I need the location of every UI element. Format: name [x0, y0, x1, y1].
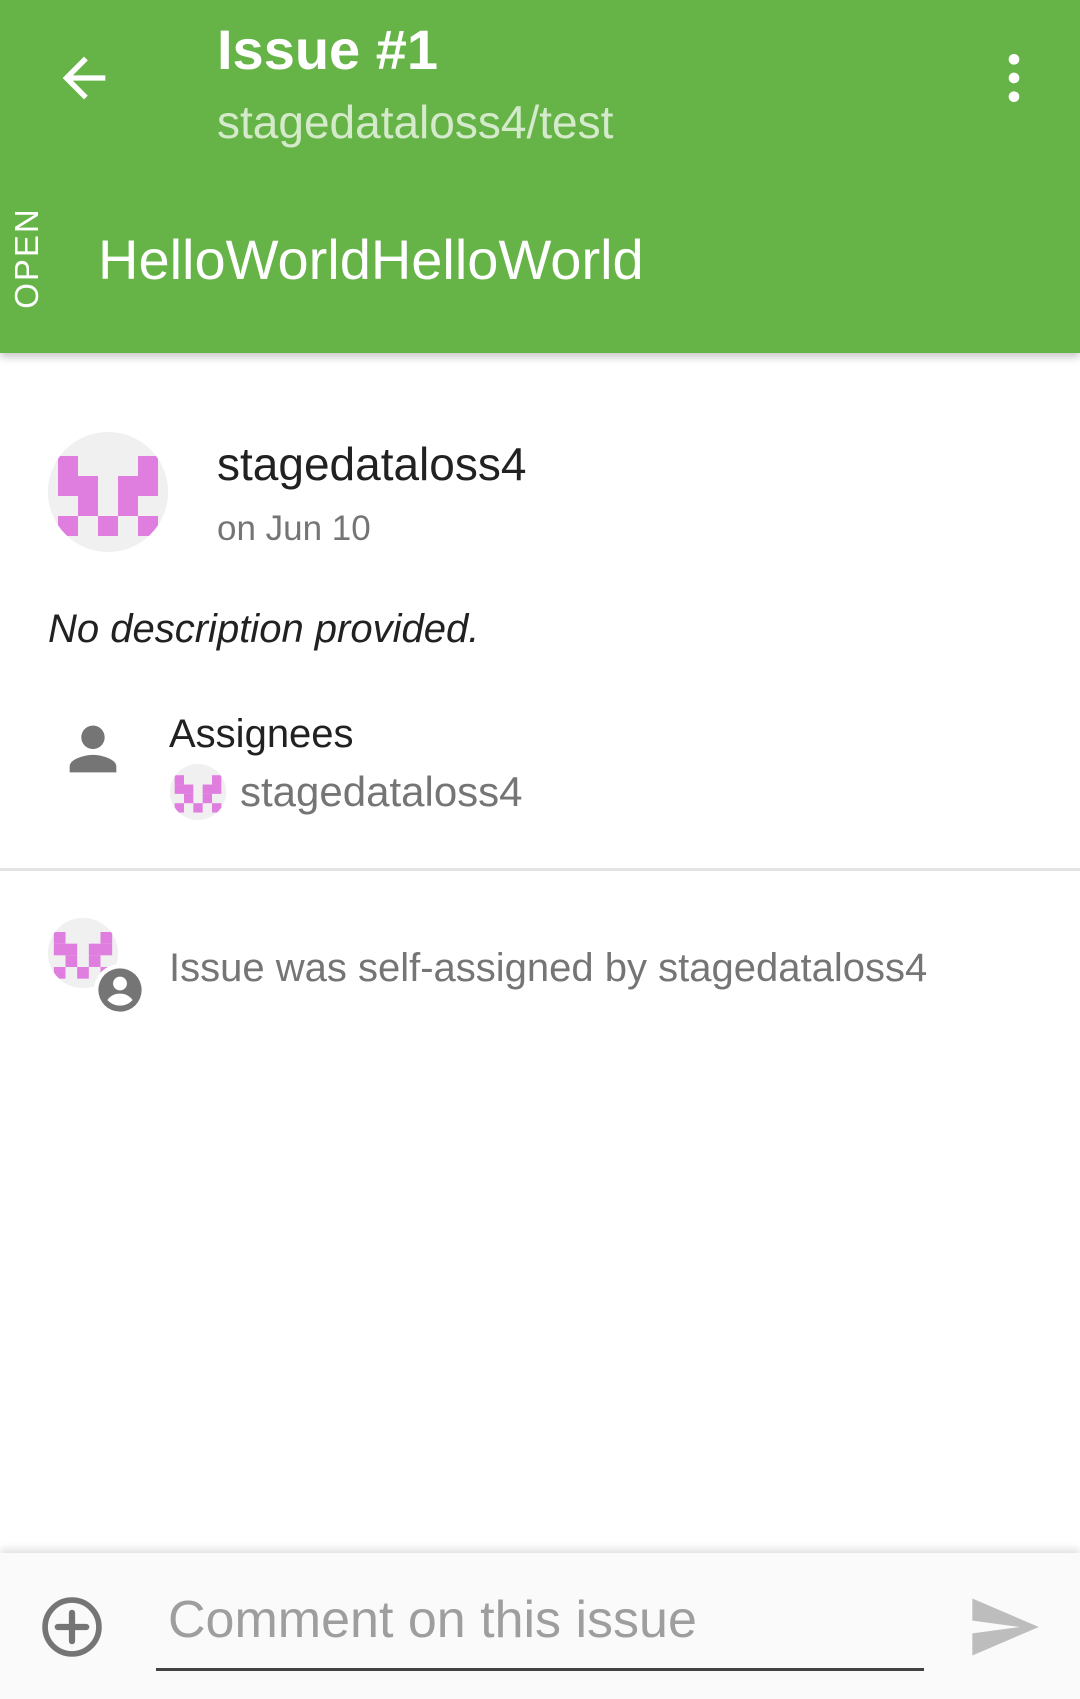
issue-description: No description provided.: [48, 607, 480, 651]
comment-bar: [0, 1553, 1080, 1699]
issue-state-label: OPEN: [8, 207, 45, 309]
add-circle-icon[interactable]: [38, 1593, 106, 1661]
back-button[interactable]: [44, 38, 124, 118]
person-icon: [69, 725, 117, 773]
send-icon[interactable]: [966, 1589, 1042, 1665]
more-options-button[interactable]: [974, 38, 1054, 118]
timeline-event-text: Issue was self-assigned by stagedataloss…: [169, 946, 928, 990]
issue-header: Issue #1 stagedataloss4/test OPEN HelloW…: [0, 0, 1080, 353]
event-badge: [94, 964, 146, 1016]
assignee-avatar[interactable]: [170, 764, 226, 820]
repository-name[interactable]: stagedataloss4/test: [217, 92, 613, 152]
issue-date: on Jun 10: [217, 509, 371, 548]
section-divider: [0, 868, 1080, 871]
account-circle-icon: [98, 968, 142, 1012]
more-vert-icon: [1008, 54, 1020, 102]
arrow-back-icon: [62, 56, 106, 100]
assignees-label: Assignees: [169, 712, 354, 756]
issue-title: HelloWorldHelloWorld: [98, 228, 644, 291]
assignee-name[interactable]: stagedataloss4: [240, 764, 523, 820]
comment-input[interactable]: [156, 1571, 924, 1671]
page-title: Issue #1: [217, 18, 439, 81]
author-avatar[interactable]: [48, 432, 168, 552]
author-name[interactable]: stagedataloss4: [217, 434, 526, 494]
